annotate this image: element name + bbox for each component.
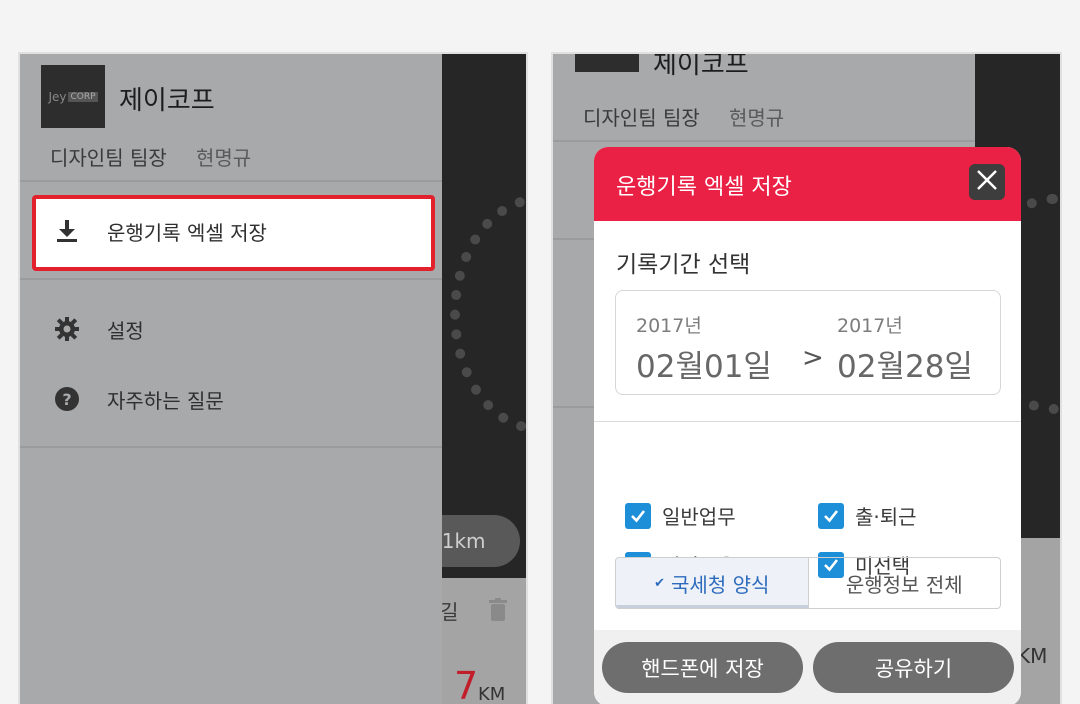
checkbox-checked-icon xyxy=(818,502,844,529)
logo-text: Jey xyxy=(48,89,67,104)
format-option-nts[interactable]: ✔ 국세청 양식 xyxy=(616,558,809,608)
divider xyxy=(20,180,442,182)
divider xyxy=(20,446,442,448)
checkbox-checked-icon xyxy=(625,502,651,529)
checkbox-commute[interactable]: 출·퇴근 xyxy=(818,501,917,530)
divider xyxy=(553,140,975,142)
divider xyxy=(594,421,1021,422)
background-graphic xyxy=(450,194,526,434)
km-value: 7 xyxy=(454,664,479,704)
format-selector: ✔ 국세청 양식 운행정보 전체 xyxy=(615,557,1001,609)
km-unit-right: KM xyxy=(1017,644,1048,668)
company-logo: Jey CORP xyxy=(41,65,105,128)
check-icon: ✔ xyxy=(654,575,666,591)
user-role: 디자인팀 팀장 xyxy=(583,106,700,130)
checkbox-label: 출·퇴근 xyxy=(855,505,917,529)
company-logo xyxy=(575,54,639,72)
logo-mark: CORP xyxy=(68,91,98,102)
menu-item-settings[interactable]: 설정 xyxy=(20,300,442,358)
trip-tag: 길 xyxy=(440,600,459,624)
start-year: 2017년 xyxy=(636,315,702,337)
close-button[interactable] xyxy=(969,164,1005,200)
end-year: 2017년 xyxy=(837,315,903,337)
km-unit: KM xyxy=(478,684,506,704)
end-date[interactable]: 02월28일 xyxy=(837,341,973,386)
date-range-picker[interactable]: 2017년 02월01일 > 2017년 02월28일 xyxy=(615,290,1001,395)
checkbox-label: 일반업무 xyxy=(662,505,736,529)
help-icon: ? xyxy=(53,385,81,413)
close-icon xyxy=(976,169,998,195)
company-name: 제이코프 xyxy=(119,86,215,116)
left-screen: 01km 길 7 KM Jey CORP 제이코프 디자인팀 팀장 현명규 운행… xyxy=(18,52,528,704)
user-name: 현명규 xyxy=(729,106,785,130)
format-option-all[interactable]: 운행정보 전체 xyxy=(809,558,1001,608)
user-role: 디자인팀 팀장 xyxy=(50,146,167,170)
divider xyxy=(20,278,442,280)
start-date[interactable]: 02월01일 xyxy=(636,341,772,386)
gear-icon xyxy=(53,315,81,343)
export-dialog: 운행기록 엑셀 저장 기록기간 선택 2017년 02월01일 > 2017년 … xyxy=(594,147,1021,704)
svg-text:?: ? xyxy=(62,390,71,409)
user-name: 현명규 xyxy=(196,146,252,170)
format-label: 운행정보 전체 xyxy=(845,572,963,597)
period-label: 기록기간 선택 xyxy=(616,252,751,278)
menu-label: 설정 xyxy=(107,318,144,343)
menu-label: 운행기록 엑셀 저장 xyxy=(107,220,267,245)
menu-item-faq[interactable]: ? 자주하는 질문 xyxy=(20,370,442,428)
download-icon xyxy=(53,217,81,245)
save-to-phone-button[interactable]: 핸드폰에 저장 xyxy=(602,642,803,693)
dialog-title: 운행기록 엑셀 저장 xyxy=(616,175,792,200)
right-screen: KM 제이코프 디자인팀 팀장 현명규 운행기록 엑셀 저장 기록기간 선택 2… xyxy=(551,52,1062,704)
menu-item-excel-export[interactable]: 운행기록 엑셀 저장 xyxy=(20,202,442,260)
format-label: 국세청 양식 xyxy=(671,572,770,597)
range-arrow: > xyxy=(802,343,824,373)
trash-icon xyxy=(488,598,508,622)
navigation-drawer: Jey CORP 제이코프 디자인팀 팀장 현명규 운행기록 엑셀 저장 설정 … xyxy=(20,54,442,704)
company-name: 제이코프 xyxy=(653,52,749,80)
dialog-header: 운행기록 엑셀 저장 xyxy=(594,147,1021,221)
share-button[interactable]: 공유하기 xyxy=(813,642,1014,693)
menu-label: 자주하는 질문 xyxy=(107,388,224,413)
checkbox-general-work[interactable]: 일반업무 xyxy=(625,501,736,530)
